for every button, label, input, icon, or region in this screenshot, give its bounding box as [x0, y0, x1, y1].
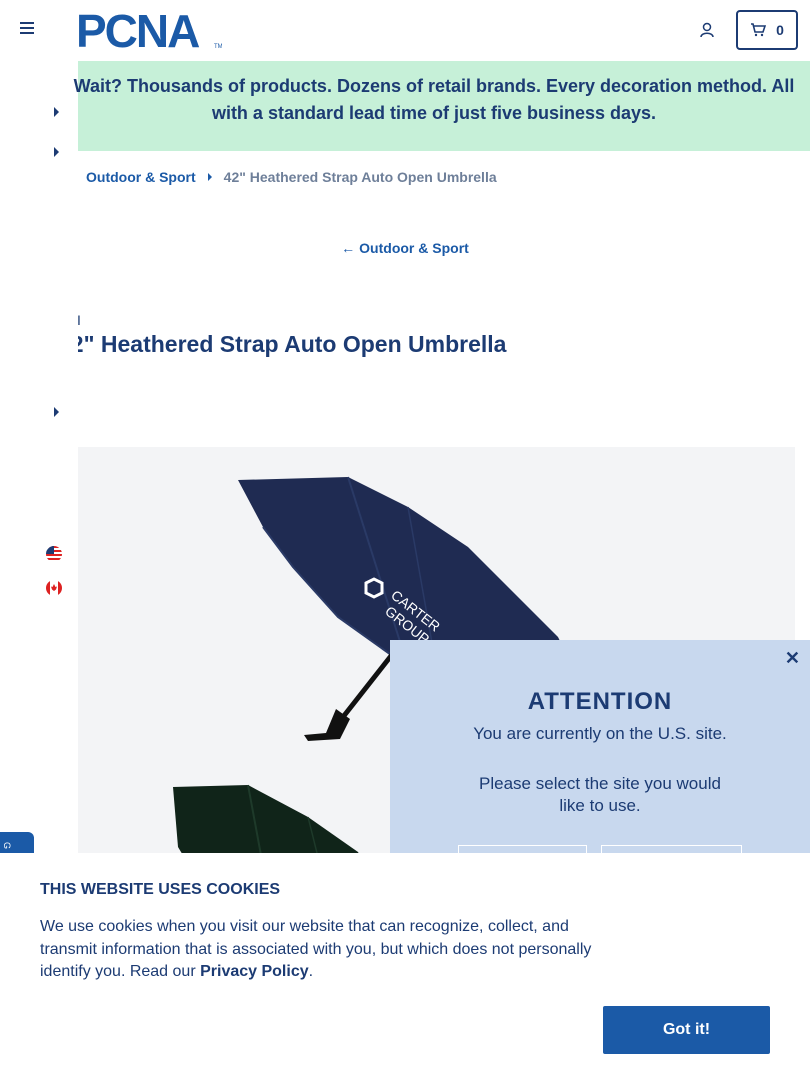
cookie-period: .	[308, 963, 314, 980]
product-title-wrapper: 42" Heathered Strap Auto Open Umbrella	[78, 330, 810, 362]
page: PCNA TM 0 Wait? Thousands of products. D…	[0, 0, 810, 1080]
promo-banner: Wait? Thousands of products. Dozens of r…	[74, 61, 810, 151]
close-icon[interactable]: ✕	[785, 648, 800, 669]
breadcrumb-current: 42" Heathered Strap Auto Open Umbrella	[223, 169, 497, 185]
cookie-body-text: We use cookies when you visit our websit…	[40, 918, 592, 980]
canada-flag-icon[interactable]	[46, 580, 62, 596]
promo-banner-text: Wait? Thousands of products. Dozens of r…	[73, 76, 795, 123]
cookie-body: We use cookies when you visit our websit…	[40, 916, 610, 984]
modal-heading: ATTENTION	[527, 688, 673, 715]
cart-count: 0	[776, 22, 784, 38]
back-to-category-link[interactable]: ← Outdoor & Sport	[0, 240, 810, 256]
us-flag-icon[interactable]	[46, 546, 62, 562]
privacy-policy-link[interactable]: Privacy Policy	[200, 963, 309, 980]
product-title: 42" Heathered Strap Auto Open Umbrella	[78, 331, 507, 357]
product-sku: I	[77, 312, 81, 328]
arrow-left-icon: ←	[341, 240, 356, 256]
menu-icon[interactable]	[20, 22, 36, 38]
cookie-title: THIS WEBSITE USES COOKIES	[40, 881, 281, 898]
back-link-label: Outdoor & Sport	[359, 240, 469, 256]
caret-right-icon[interactable]	[54, 147, 59, 157]
caret-right-icon	[207, 173, 212, 181]
logo-tm: TM	[214, 44, 222, 50]
breadcrumb-category-link[interactable]: Outdoor & Sport	[86, 169, 196, 185]
cart-button[interactable]: 0	[736, 10, 798, 50]
modal-current-site-text: You are currently on the U.S. site.	[473, 724, 727, 743]
site-header: PCNA TM 0	[0, 0, 810, 61]
logo-graphic: PCNA TM	[76, 10, 222, 50]
cookie-accept-button[interactable]: Got it!	[603, 1006, 770, 1054]
cookie-banner: THIS WEBSITE USES COOKIES We use cookies…	[0, 853, 810, 1080]
caret-right-icon[interactable]	[54, 407, 59, 417]
logo-text: PCNA	[76, 10, 199, 50]
breadcrumb: Outdoor & Sport 42" Heathered Strap Auto…	[86, 169, 497, 185]
modal-instruction-text: Please select the site you would like to…	[479, 774, 721, 815]
pcna-logo[interactable]: PCNA TM	[76, 10, 222, 50]
side-tab-label: G	[2, 842, 12, 850]
caret-right-icon[interactable]	[54, 107, 59, 117]
cart-icon	[751, 23, 767, 37]
account-icon[interactable]	[699, 22, 715, 38]
